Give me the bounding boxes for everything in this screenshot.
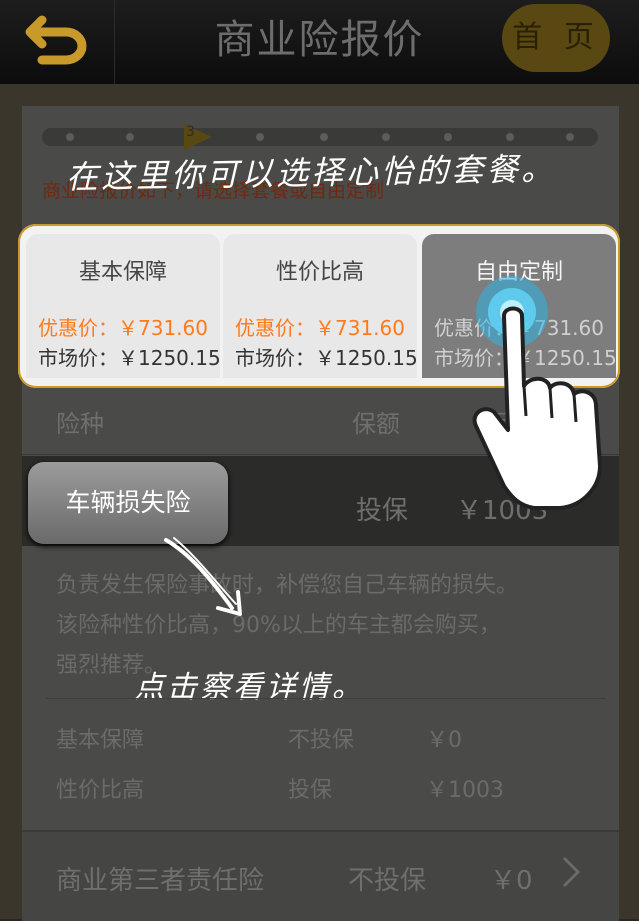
breakdown-status: 不投保 [288, 728, 355, 753]
step-dot [320, 133, 328, 141]
column-header-type: 险种 [56, 410, 104, 438]
plan-promo-price: 优惠价：￥731.60 [38, 316, 208, 340]
description-line: 该险种性价比高，90%以上的车主都会购买， [56, 613, 501, 638]
tutorial-plan-tip: 在这里你可以选择心怡的套餐。 [65, 149, 557, 197]
step-dot [126, 133, 134, 141]
insurance-price: ￥0 [490, 866, 533, 896]
plan-name: 基本保障 [78, 260, 167, 285]
home-button[interactable]: 首 页 [502, 4, 610, 72]
breakdown-price: ￥0 [426, 728, 462, 753]
divider [46, 698, 606, 699]
chevron-right-icon [562, 856, 581, 888]
plan-card-basic[interactable]: 基本保障 优惠价：￥731.60 市场价：￥1250.15 [26, 234, 221, 378]
breakdown-status: 投保 [288, 778, 333, 803]
tutorial-detail-tip: 点击察看详情。 [134, 670, 365, 705]
pointing-hand-icon [472, 276, 602, 510]
plan-market-price: 市场价：￥1250.15 [38, 346, 221, 370]
plan-market-price: 市场价：￥1250.15 [235, 346, 418, 370]
plan-card-value[interactable]: 性价比高 优惠价：￥731.60 市场价：￥1250.15 [223, 234, 418, 378]
step-dot [444, 133, 452, 141]
step-dot [256, 133, 264, 141]
insurance-status: 投保 [356, 496, 409, 526]
breakdown-price: ￥1003 [426, 778, 504, 803]
tutorial-arrow-icon [164, 537, 242, 616]
insurance-status: 不投保 [348, 866, 427, 896]
insurance-name: 商业第三者责任险 [56, 866, 265, 896]
plan-name: 性价比高 [275, 260, 364, 285]
plan-promo-price: 优惠价：￥731.60 [235, 316, 405, 340]
column-header-coverage: 保额 [352, 410, 400, 438]
step-dot [66, 133, 74, 141]
description-line: 负责发生保险事故时，补偿您自己车辆的损失。 [56, 573, 519, 598]
vehicle-loss-button[interactable]: 车辆损失险 [28, 462, 228, 544]
breakdown-plan: 性价比高 [56, 778, 145, 803]
current-step-number: 3 [186, 124, 195, 140]
step-dot [506, 133, 514, 141]
breakdown-plan: 基本保障 [56, 728, 145, 753]
step-dot [382, 133, 390, 141]
step-dot [566, 133, 574, 141]
